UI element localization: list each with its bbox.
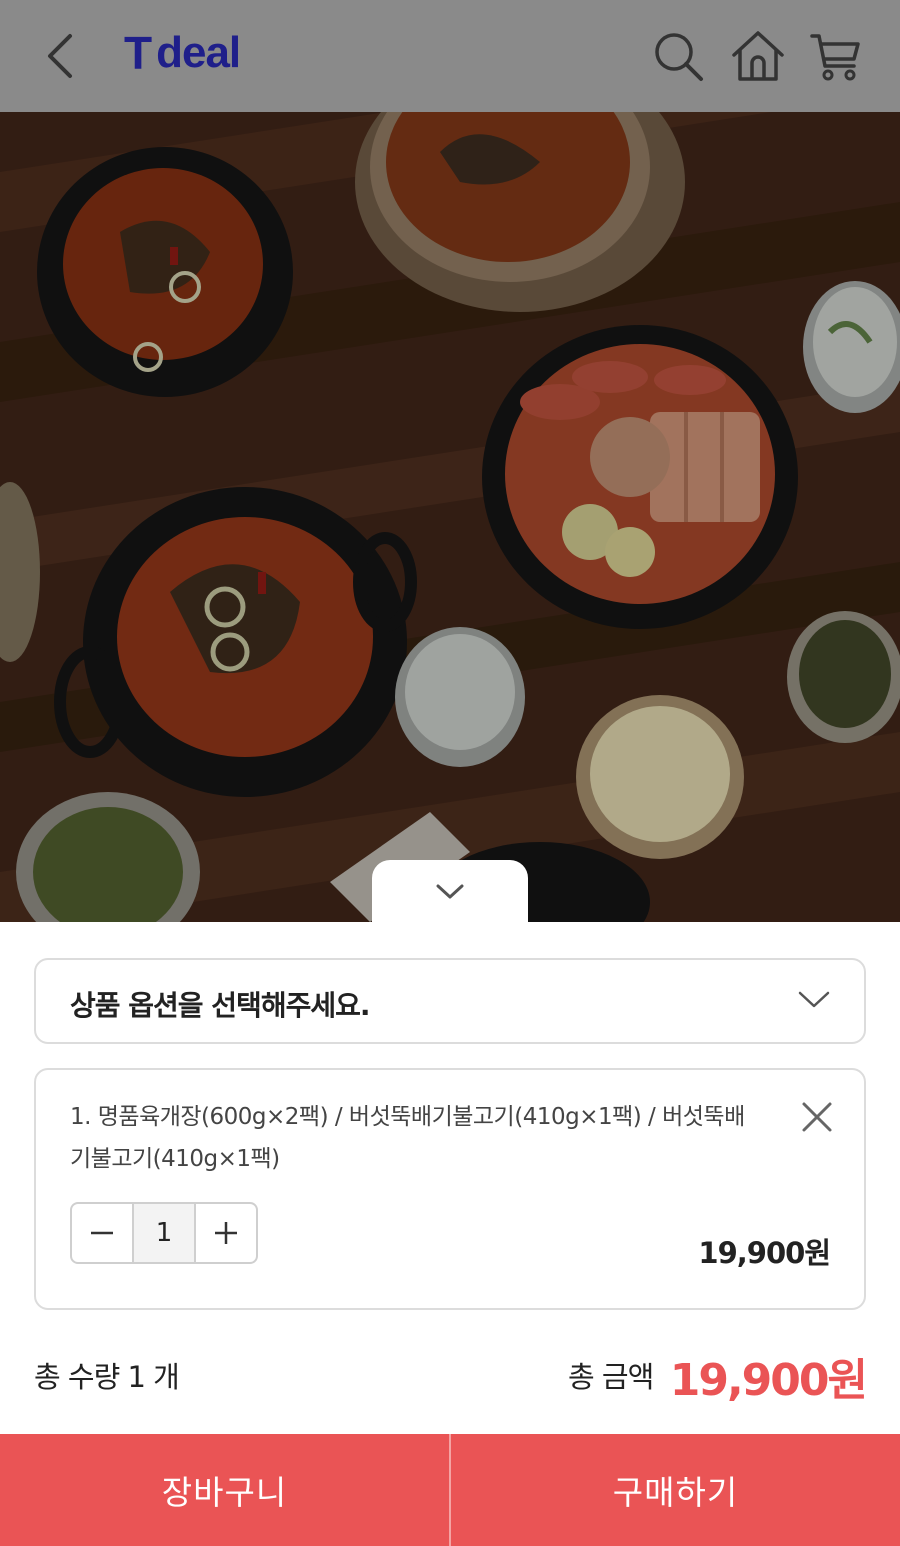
home-button[interactable] (730, 28, 786, 84)
logo-word: deal (156, 28, 241, 77)
quantity-stepper: 1 (70, 1202, 258, 1264)
quantity-value[interactable]: 1 (132, 1204, 196, 1262)
close-icon (802, 1102, 832, 1132)
total-amount: 19,900원 (669, 1355, 868, 1406)
top-app-bar: T deal (0, 0, 900, 112)
tdeal-logo[interactable]: T deal (124, 27, 241, 79)
decrease-quantity-button[interactable] (72, 1204, 132, 1262)
search-icon (655, 33, 703, 81)
chevron-down-icon (798, 991, 830, 1008)
total-amount-label: 총 금액 (568, 1360, 654, 1394)
cart-icon (810, 34, 860, 81)
selected-option-name: 1. 명품육개장(600g×2팩) / 버섯뚝배기불고기(410g×1팩) / … (70, 1104, 745, 1172)
option-select-dropdown[interactable]: 상품 옵션을 선택해주세요. (34, 958, 866, 1044)
selected-option-card: 1. 명품육개장(600g×2팩) / 버섯뚝배기불고기(410g×1팩) / … (34, 1068, 866, 1310)
plus-icon (215, 1222, 237, 1244)
purchase-action-bar: 장바구니 구매하기 (0, 1434, 900, 1546)
minus-icon (91, 1231, 113, 1235)
add-to-cart-button[interactable]: 장바구니 (0, 1434, 449, 1546)
option-sheet: 상품 옵션을 선택해주세요. 1. 명품육개장(600g×2팩) / 버섯뚝배기… (0, 922, 900, 1434)
chevron-down-icon (436, 884, 464, 899)
option-select-placeholder: 상품 옵션을 선택해주세요. (70, 989, 370, 1022)
back-button[interactable] (36, 28, 86, 84)
remove-option-button[interactable] (800, 1100, 834, 1134)
logo-prefix: T (124, 27, 152, 79)
selected-option-price: 19,900원 (698, 1236, 831, 1270)
chevron-left-icon (48, 34, 72, 78)
product-image[interactable] (0, 112, 900, 922)
increase-quantity-button[interactable] (196, 1204, 256, 1262)
cart-button[interactable] (808, 28, 864, 84)
buy-now-button[interactable]: 구매하기 (451, 1434, 900, 1546)
home-icon (732, 31, 784, 81)
collapse-options-button[interactable] (372, 860, 528, 924)
total-quantity: 총 수량 1 개 (34, 1360, 180, 1394)
search-button[interactable] (650, 28, 706, 84)
food-table-illustration (0, 112, 900, 922)
